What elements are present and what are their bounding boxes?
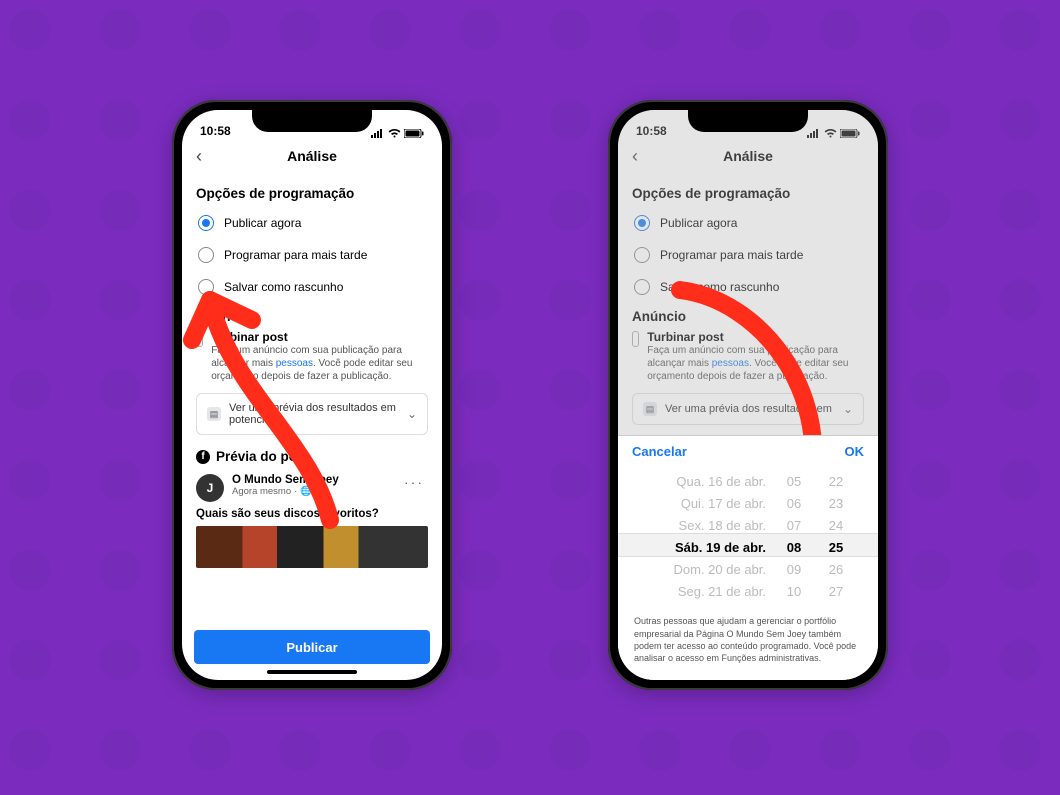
boost-people-link[interactable]: pessoas	[712, 358, 749, 369]
date-picker-sheet: Cancelar OK Qua. 16 de abr. Qui. 17 de a…	[618, 435, 878, 680]
radio-icon	[198, 247, 214, 263]
preview-label-line1: Ver uma prévia dos resultados em	[229, 402, 396, 414]
phone-left: 10:58 ‹ Análise Opções de programação Pu…	[172, 100, 452, 690]
screen-header: ‹ Análise	[182, 140, 442, 172]
status-time: 10:58	[200, 124, 231, 138]
date-time-wheel[interactable]: Qua. 16 de abr. Qui. 17 de abr. Sex. 18 …	[618, 467, 878, 607]
option-save-draft-label: Salvar como rascunho	[660, 280, 779, 294]
boost-people-link[interactable]: pessoas	[276, 358, 313, 369]
chevron-down-icon: ⌄	[843, 402, 853, 416]
wheel-hour-row: 10	[787, 581, 801, 603]
home-indicator	[267, 670, 357, 674]
header-title: Análise	[287, 148, 337, 164]
option-publish-now[interactable]: Publicar agora	[632, 207, 864, 239]
schedule-heading: Opções de programação	[632, 186, 864, 201]
results-preview-card[interactable]: ▤ Ver uma prévia dos resultados em poten…	[196, 393, 428, 435]
back-button[interactable]: ‹	[196, 146, 202, 167]
wheel-hour-row: 05	[787, 471, 801, 493]
battery-icon	[840, 129, 860, 138]
wifi-icon	[388, 129, 401, 138]
boost-checkbox[interactable]	[632, 331, 639, 347]
back-button[interactable]: ‹	[632, 146, 638, 167]
radio-selected-icon	[198, 215, 214, 231]
chart-icon: ▤	[207, 407, 221, 421]
ad-heading: Anúncio	[196, 309, 428, 324]
post-preview-heading-label: Prévia do post	[216, 449, 309, 464]
globe-icon: 🌐	[300, 486, 312, 497]
avatar: J	[196, 474, 224, 502]
radio-selected-icon	[634, 215, 650, 231]
boost-title: Turbinar post	[211, 330, 428, 344]
wheel-hour-row: 09	[787, 559, 801, 581]
status-time: 10:58	[636, 124, 667, 138]
wheel-min-row: 26	[829, 559, 843, 581]
chevron-down-icon: ⌄	[407, 407, 417, 421]
preview-label-line2: potencial	[229, 414, 273, 426]
wheel-selection-band	[618, 533, 878, 557]
dot-separator: ·	[294, 486, 297, 497]
results-preview-card[interactable]: ▤ Ver uma prévia dos resultados em ⌄	[632, 393, 864, 425]
wheel-hour-row: 06	[787, 493, 801, 515]
battery-icon	[404, 129, 424, 138]
wheel-date-row: Qui. 17 de abr.	[681, 493, 766, 515]
preview-label-line1: Ver uma prévia dos resultados em	[665, 403, 832, 415]
wheel-date-row: Dom. 20 de abr.	[674, 559, 767, 581]
post-image	[196, 526, 428, 568]
wifi-icon	[824, 129, 837, 138]
phone-right: 10:58 ‹ Análise Opções de programação	[608, 100, 888, 690]
option-publish-now[interactable]: Publicar agora	[196, 207, 428, 239]
phone-notch	[688, 110, 808, 132]
wheel-date-row: Ter. 22 de abr.	[684, 603, 766, 607]
radio-icon	[198, 279, 214, 295]
post-more-button[interactable]: ···	[404, 474, 428, 490]
post-preview-heading: f Prévia do post	[196, 449, 428, 464]
wheel-min-row: 28	[829, 603, 843, 607]
boost-checkbox[interactable]	[196, 331, 203, 347]
facebook-icon: f	[196, 450, 210, 464]
ad-heading: Anúncio	[632, 309, 864, 324]
post-page-name: O Mundo Sem Joey	[232, 474, 339, 486]
option-schedule-later-label: Programar para mais tarde	[224, 248, 367, 262]
radio-icon	[634, 279, 650, 295]
boost-title: Turbinar post	[647, 330, 864, 344]
screen-header: ‹ Análise	[618, 140, 878, 172]
boost-description: Faça um anúncio com sua publicação para …	[211, 344, 428, 383]
wheel-date-row: Qua. 16 de abr.	[676, 471, 766, 493]
post-time-label: Agora mesmo	[232, 486, 291, 497]
option-save-draft[interactable]: Salvar como rascunho	[632, 271, 864, 303]
option-schedule-later[interactable]: Programar para mais tarde	[632, 239, 864, 271]
wheel-date-row: Seg. 21 de abr.	[678, 581, 766, 603]
option-publish-now-label: Publicar agora	[660, 216, 737, 230]
post-body-text: Quais são seus discos favoritos?	[196, 508, 428, 520]
option-publish-now-label: Publicar agora	[224, 216, 301, 230]
option-save-draft[interactable]: Salvar como rascunho	[196, 271, 428, 303]
picker-ok-button[interactable]: OK	[845, 444, 865, 459]
picker-cancel-button[interactable]: Cancelar	[632, 444, 687, 459]
status-icons	[807, 129, 860, 138]
phone-notch	[252, 110, 372, 132]
signal-icon	[807, 129, 821, 138]
chart-icon: ▤	[643, 402, 657, 416]
option-schedule-later[interactable]: Programar para mais tarde	[196, 239, 428, 271]
status-icons	[371, 129, 424, 138]
wheel-hour-row: 11	[787, 603, 801, 607]
picker-footnote: Outras pessoas que ajudam a gerenciar o …	[618, 607, 878, 680]
publish-button[interactable]: Publicar	[194, 630, 430, 664]
boost-description: Faça um anúncio com sua publicação para …	[647, 344, 864, 383]
radio-icon	[634, 247, 650, 263]
wheel-min-row: 27	[829, 581, 843, 603]
option-save-draft-label: Salvar como rascunho	[224, 280, 343, 294]
wheel-min-row: 22	[829, 471, 843, 493]
schedule-heading: Opções de programação	[196, 186, 428, 201]
wheel-min-row: 23	[829, 493, 843, 515]
option-schedule-later-label: Programar para mais tarde	[660, 248, 803, 262]
header-title: Análise	[723, 148, 773, 164]
signal-icon	[371, 129, 385, 138]
